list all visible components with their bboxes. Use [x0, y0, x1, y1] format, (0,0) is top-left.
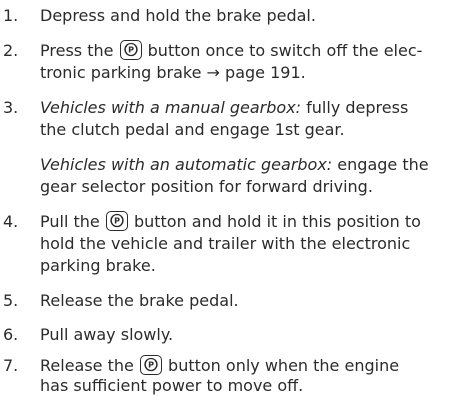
step-text: Pull away slowly.: [40, 325, 174, 344]
step-text: gear selector position for forward drivi…: [40, 177, 373, 196]
step-text: engage the: [337, 155, 429, 174]
step-text: button only when the engine: [168, 356, 400, 375]
step-text: Depress and hold the brake pedal.: [40, 6, 316, 25]
step-condition: Vehicles with a manual gearbox:: [40, 98, 302, 117]
step-condition: Vehicles with an automatic gearbox:: [40, 155, 333, 174]
step-text: parking brake.: [40, 256, 156, 275]
step-text: button and hold it in this position to: [133, 212, 421, 231]
step-text: tronic parking brake → page 191.: [40, 63, 306, 82]
step-text: has sufficient power to move off.: [40, 376, 304, 395]
parking-brake-button-icon: P: [139, 355, 162, 375]
step-text: Pull the: [40, 212, 100, 231]
step-text: the clutch pedal and engage 1st gear.: [40, 120, 345, 139]
step-text: button once to switch off the elec-: [147, 41, 423, 60]
svg-text:P: P: [114, 217, 120, 226]
step-number: 6.: [3, 325, 19, 344]
step-number: 7.: [3, 356, 19, 375]
step-number: 4.: [3, 212, 19, 231]
step-text: Release the: [40, 356, 134, 375]
svg-text:P: P: [128, 46, 134, 55]
step-number: 3.: [3, 98, 19, 117]
step-text: Press the: [40, 41, 114, 60]
step-number: 1.: [3, 6, 19, 25]
step-number: 2.: [3, 41, 19, 60]
parking-brake-button-icon: P: [119, 40, 142, 60]
step-number: 5.: [3, 291, 19, 310]
parking-brake-button-icon: P: [105, 211, 128, 231]
step-text: fully depress: [306, 98, 409, 117]
step-text: Release the brake pedal.: [40, 291, 239, 310]
svg-text:P: P: [148, 361, 154, 370]
step-text: hold the vehicle and trailer with the el…: [40, 234, 411, 253]
